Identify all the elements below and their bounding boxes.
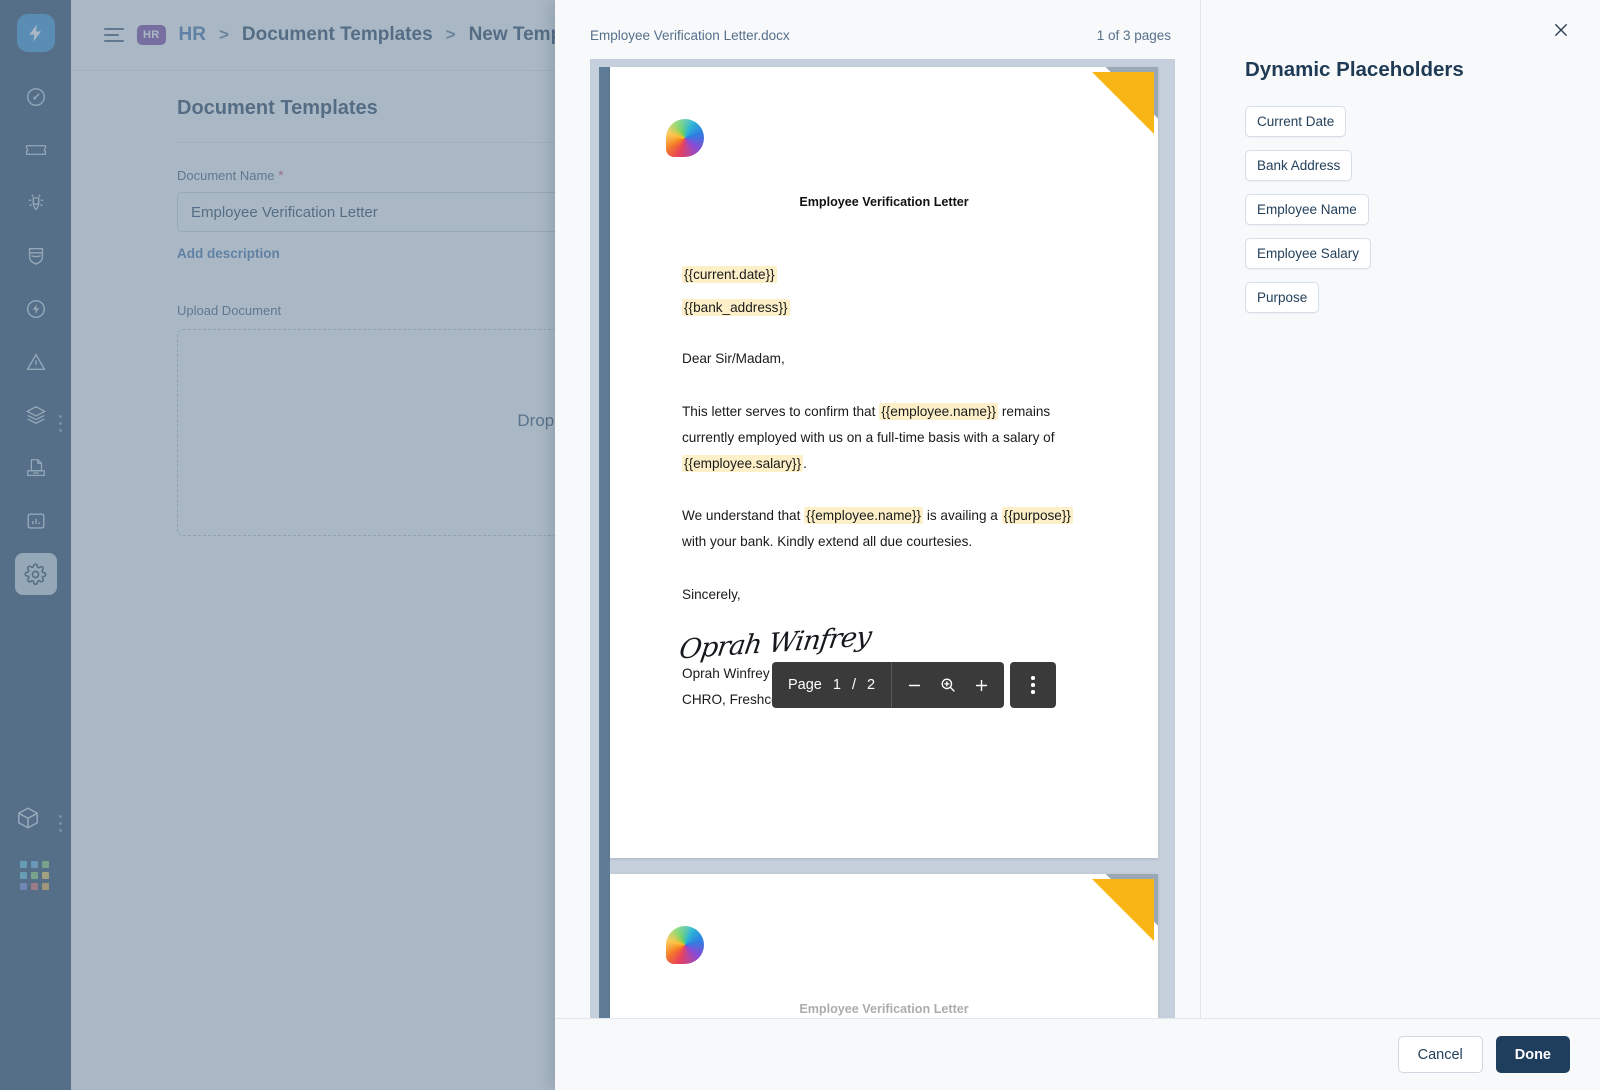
placeholder-employee-name-2: {{employee.name}} bbox=[804, 507, 924, 524]
signature-image: Oprah Winfrey bbox=[677, 621, 873, 666]
current-page-number[interactable]: 1 bbox=[833, 677, 841, 693]
modal-footer: Cancel Done bbox=[555, 1018, 1600, 1090]
document-closing: Sincerely, bbox=[682, 587, 741, 602]
document-preview-modal: Employee Verification Letter.docx 1 of 3… bbox=[555, 0, 1600, 1090]
placeholder-current-date: {{current.date}} bbox=[682, 266, 777, 283]
placeholder-chip-bank-address[interactable]: Bank Address bbox=[1245, 150, 1353, 181]
freshworks-leaf-logo bbox=[666, 119, 704, 157]
page-slash: / bbox=[851, 677, 856, 693]
modal-body: Employee Verification Letter.docx 1 of 3… bbox=[555, 0, 1600, 1018]
placeholders-title: Dynamic Placeholders bbox=[1245, 58, 1464, 81]
document-heading: Employee Verification Letter bbox=[799, 195, 969, 209]
document-page-2: Employee Verification Letter bbox=[610, 874, 1158, 1018]
placeholder-employee-name-1: {{employee.name}} bbox=[879, 403, 999, 420]
placeholder-chip-current-date[interactable]: Current Date bbox=[1245, 106, 1347, 137]
cancel-button[interactable]: Cancel bbox=[1397, 1036, 1483, 1073]
paragraph-2-text-c: with your bank. Kindly extend all due co… bbox=[682, 534, 973, 549]
placeholder-purpose: {{purpose}} bbox=[1001, 507, 1073, 524]
zoom-out-button[interactable] bbox=[906, 677, 923, 694]
placeholder-employee-salary: {{employee.salary}} bbox=[682, 455, 804, 472]
page-corner-fold bbox=[1090, 67, 1158, 135]
page-corner-fold bbox=[1090, 874, 1158, 942]
placeholder-chip-employee-salary[interactable]: Employee Salary bbox=[1245, 238, 1372, 269]
document-paragraph-1: This letter serves to confirm that {{emp… bbox=[682, 399, 1098, 477]
total-page-number: 2 bbox=[866, 677, 876, 693]
plus-icon bbox=[975, 679, 988, 691]
file-name-label: Employee Verification Letter.docx bbox=[590, 28, 790, 43]
preview-header: Employee Verification Letter.docx 1 of 3… bbox=[590, 28, 1175, 43]
zoom-in-button[interactable] bbox=[973, 677, 990, 694]
magnifier-plus-icon bbox=[941, 678, 955, 692]
done-button[interactable]: Done bbox=[1495, 1036, 1570, 1073]
minus-icon bbox=[908, 684, 921, 686]
document-page-1: Employee Verification Letter {{current.d… bbox=[610, 67, 1158, 858]
toolbar-main-group: Page 1 / 2 bbox=[772, 662, 1005, 708]
paragraph-2-text-a: We understand that bbox=[682, 508, 805, 523]
page-left-edge-marker bbox=[599, 67, 610, 1018]
placeholder-chip-purpose[interactable]: Purpose bbox=[1245, 282, 1320, 313]
page-count-label: 1 of 3 pages bbox=[1096, 28, 1171, 43]
zoom-controls-group bbox=[892, 676, 1004, 694]
document-heading-page2: Employee Verification Letter bbox=[799, 1002, 969, 1016]
placeholder-bank-address: {{bank_address}} bbox=[682, 299, 790, 316]
paragraph-1-text-c: . bbox=[803, 456, 807, 471]
freshworks-leaf-logo bbox=[666, 926, 704, 964]
document-viewer[interactable]: Employee Verification Letter {{current.d… bbox=[590, 59, 1175, 1018]
pdf-viewer-toolbar: Page 1 / 2 bbox=[772, 662, 1057, 708]
more-options-button[interactable] bbox=[1010, 662, 1057, 708]
more-vertical-icon bbox=[1031, 676, 1035, 694]
dynamic-placeholders-panel: Dynamic Placeholders Current Date Bank A… bbox=[1200, 0, 1600, 1018]
page-label: Page bbox=[788, 677, 822, 693]
close-icon[interactable] bbox=[1548, 17, 1574, 43]
zoom-reset-button[interactable] bbox=[939, 676, 957, 694]
document-paragraph-2: We understand that {{employee.name}} is … bbox=[682, 503, 1098, 555]
placeholder-chip-employee-name[interactable]: Employee Name bbox=[1245, 194, 1369, 225]
paragraph-1-text-a: This letter serves to confirm that bbox=[682, 404, 880, 419]
document-salutation: Dear Sir/Madam, bbox=[682, 351, 785, 366]
page-navigation-group: Page 1 / 2 bbox=[772, 677, 891, 693]
paragraph-2-text-b: is availing a bbox=[923, 508, 1002, 523]
document-preview-column: Employee Verification Letter.docx 1 of 3… bbox=[555, 0, 1200, 1018]
